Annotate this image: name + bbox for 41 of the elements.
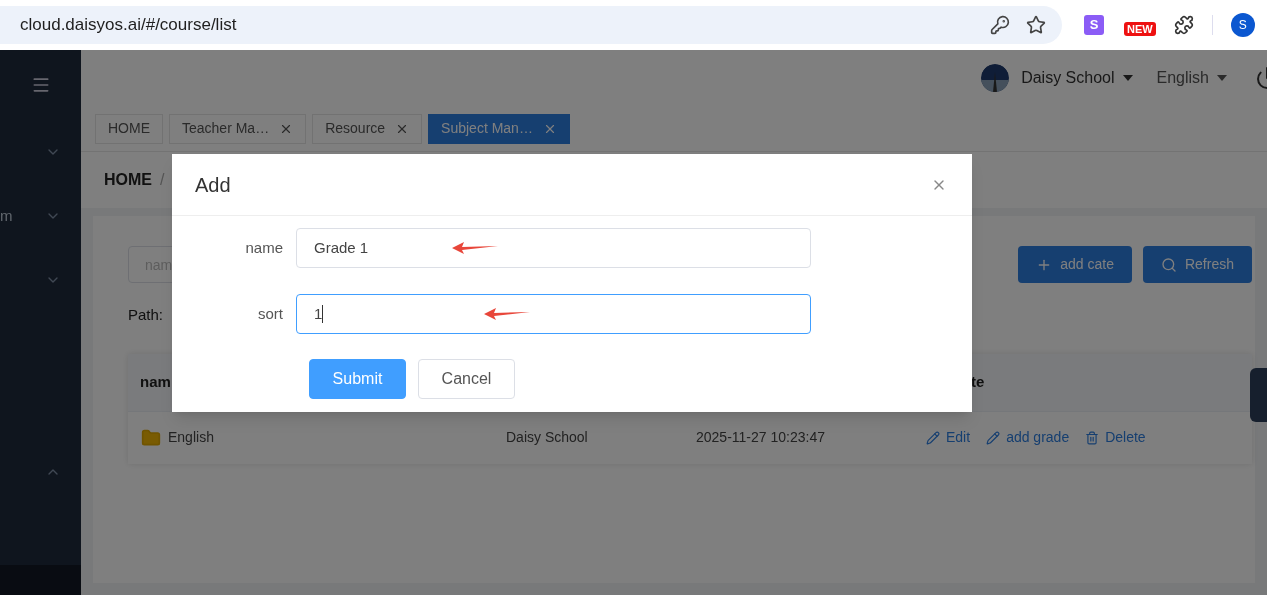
pencil-icon — [986, 430, 1001, 445]
column-header: te — [971, 371, 985, 392]
extension-icon[interactable]: S — [1084, 15, 1104, 35]
edit-link[interactable]: Edit — [926, 427, 971, 448]
new-badge[interactable]: NEW — [1124, 22, 1156, 36]
key-icon[interactable] — [990, 15, 1010, 35]
page-tab[interactable]: Resource — [312, 113, 423, 144]
field-label: name — [244, 237, 284, 258]
column-header: nam — [140, 372, 171, 390]
text-field[interactable]: Grade 1 — [296, 228, 811, 268]
path-label: Path: — [128, 305, 164, 325]
page-tab[interactable]: HOME — [95, 113, 163, 144]
breadcrumb-home[interactable]: HOME — [104, 168, 152, 192]
url-text: cloud.daisyos.ai/#/course/list — [20, 14, 238, 37]
page-tab[interactable]: Teacher Ma… — [169, 113, 307, 144]
sidebar-item[interactable]: m — [0, 184, 81, 248]
puzzle-icon[interactable] — [1173, 15, 1194, 35]
breadcrumb-separator: / — [160, 170, 165, 190]
add-button[interactable]: add cate — [1018, 246, 1132, 283]
language-dropdown[interactable]: English — [1156, 66, 1227, 90]
table-cell: 2025-11-27 10:23:47 — [696, 429, 825, 445]
side-handle[interactable] — [1250, 368, 1267, 422]
page-tab[interactable]: Subject Man… — [428, 113, 570, 144]
submit-button[interactable]: Submit — [309, 359, 406, 399]
dialog-title: Add — [195, 172, 231, 198]
table-cell-text: English — [168, 428, 214, 447]
edit-link[interactable]: add grade — [986, 427, 1070, 448]
delete-link[interactable]: Delete — [1085, 427, 1146, 448]
cancel-button[interactable]: Cancel — [418, 359, 515, 399]
pencil-icon — [926, 430, 940, 445]
search-icon — [1160, 256, 1177, 273]
text-field[interactable]: 1 — [296, 294, 811, 334]
refresh-button[interactable]: Refresh — [1142, 246, 1252, 283]
address-bar[interactable]: cloud.daisyos.ai/#/course/list — [0, 6, 1062, 44]
folder-icon — [140, 427, 162, 448]
trash-icon — [1085, 430, 1100, 445]
star-icon[interactable] — [1026, 15, 1046, 35]
table-cell: Daisy School — [506, 429, 588, 445]
field-label: sort — [257, 303, 284, 324]
school-dropdown[interactable]: Daisy School — [1021, 66, 1133, 90]
profile-avatar[interactable]: S — [1230, 13, 1255, 37]
